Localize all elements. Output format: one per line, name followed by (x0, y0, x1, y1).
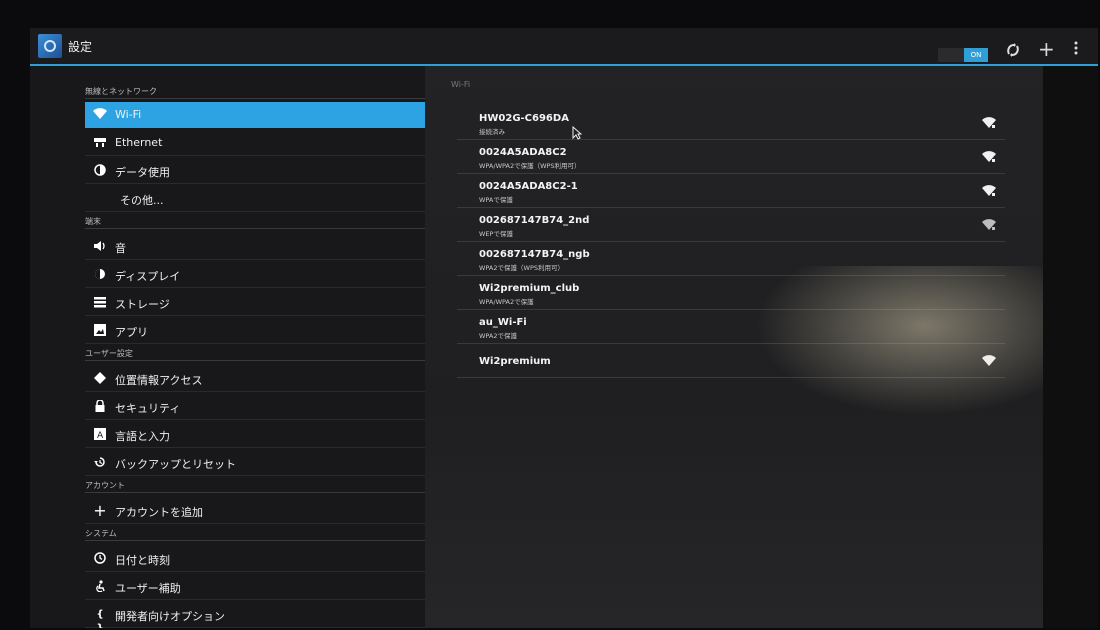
wifi-network-item[interactable]: 002687147B74_2nd WEPで保護 (457, 208, 1005, 242)
wifi-signal-icon (982, 219, 996, 230)
add-network-icon[interactable]: + (1038, 39, 1055, 59)
sidebar-item-label: バックアップとリセット (115, 458, 236, 471)
sidebar-item-add-account[interactable]: + アカウントを追加 (85, 498, 425, 524)
wifi-signal-icon (982, 355, 996, 366)
sidebar-item-label: セキュリティ (115, 402, 181, 415)
network-status: WPA2で保護 (479, 332, 518, 340)
sidebar-item-label: ユーザー補助 (115, 582, 181, 595)
sidebar-item-storage[interactable]: ストレージ (85, 290, 425, 316)
network-ssid: Wi2premium (479, 356, 551, 367)
wifi-toggle-state: ON (964, 48, 988, 62)
ethernet-icon (93, 136, 107, 150)
sidebar-item-accessibility[interactable]: ユーザー補助 (85, 574, 425, 600)
developer-icon: { } (96, 609, 104, 628)
overflow-menu-icon[interactable] (1074, 40, 1078, 60)
sidebar-item-label: ディスプレイ (115, 270, 181, 283)
lock-icon (93, 399, 107, 414)
wifi-network-item[interactable]: HW02G-C696DA 接続済み (457, 106, 1005, 140)
network-status: WEPで保護 (479, 230, 513, 238)
sidebar-item-label: 位置情報アクセス (115, 374, 203, 387)
section-header-system: システム (85, 528, 425, 541)
network-status: WPA/WPA2で保護 (479, 298, 534, 306)
network-status: 接続済み (479, 128, 505, 136)
action-bar: 設定 ON + (30, 28, 1098, 66)
wifi-network-item[interactable]: Wi2premium_club WPA/WPA2で保護 (457, 276, 1005, 310)
wifi-signal-icon (982, 185, 996, 196)
section-header-wireless: 無線とネットワーク (85, 86, 425, 99)
network-ssid: 002687147B74_ngb (479, 249, 590, 260)
wifi-network-item[interactable]: 0024A5ADA8C2-1 WPAで保護 (457, 174, 1005, 208)
sidebar-item-more[interactable]: その他... (85, 186, 425, 212)
settings-sidebar: 無線とネットワーク Wi-Fi Ethernet データ使用 その他... 端末 (30, 66, 425, 628)
clock-icon (93, 552, 107, 566)
sidebar-item-label: 日付と時刻 (115, 554, 170, 567)
add-icon: + (93, 501, 107, 520)
network-ssid: HW02G-C696DA (479, 113, 569, 124)
sidebar-item-display[interactable]: ディスプレイ (85, 262, 425, 288)
accessibility-icon (93, 580, 107, 594)
apps-icon (93, 324, 107, 338)
settings-screen: 設定 ON + 無線とネットワーク Wi-Fi Ethernet データ使用 そ… (30, 28, 1098, 628)
sidebar-item-label: その他... (120, 194, 164, 207)
sidebar-item-label: 音 (115, 242, 126, 255)
sidebar-item-label: 言語と入力 (115, 430, 170, 443)
sound-icon (93, 240, 107, 254)
sidebar-item-label: 開発者向けオプション (115, 610, 225, 623)
network-ssid: au_Wi-Fi (479, 317, 527, 328)
screen-edge (1043, 66, 1098, 628)
wps-icon[interactable] (1005, 42, 1021, 62)
sidebar-item-security[interactable]: セキュリティ (85, 394, 425, 420)
sidebar-item-location[interactable]: 位置情報アクセス (85, 366, 425, 392)
data-usage-icon (93, 164, 107, 178)
section-header-device: 端末 (85, 216, 425, 229)
storage-icon (93, 296, 107, 310)
wifi-signal-icon (982, 151, 996, 162)
sidebar-item-label: ストレージ (115, 298, 170, 311)
section-header-personal: ユーザー設定 (85, 348, 425, 361)
wifi-panel: Wi-Fi HW02G-C696DA 接続済み 0024A5ADA8C2 WPA… (425, 66, 1098, 628)
wifi-network-item[interactable]: Wi2premium (457, 344, 1005, 378)
sidebar-item-wifi[interactable]: Wi-Fi (85, 102, 425, 128)
display-icon (93, 268, 107, 282)
sidebar-item-label: データ使用 (115, 166, 170, 179)
sidebar-item-apps[interactable]: アプリ (85, 318, 425, 344)
wifi-network-item[interactable]: 0024A5ADA8C2 WPA/WPA2で保護（WPS利用可） (457, 140, 1005, 174)
network-status: WPAで保護 (479, 196, 513, 204)
network-ssid: Wi2premium_club (479, 283, 580, 294)
location-icon (93, 372, 107, 386)
section-header-accounts: アカウント (85, 480, 425, 493)
sidebar-item-backup[interactable]: バックアップとリセット (85, 450, 425, 476)
network-ssid: 0024A5ADA8C2 (479, 147, 567, 158)
wifi-network-item[interactable]: 002687147B74_ngb WPA2で保護（WPS利用可） (457, 242, 1005, 276)
sidebar-item-developer[interactable]: { } 開発者向けオプション (85, 602, 425, 628)
sidebar-item-date-time[interactable]: 日付と時刻 (85, 546, 425, 572)
wifi-icon (93, 108, 107, 122)
settings-app-icon[interactable] (38, 34, 62, 58)
sidebar-item-label: アカウントを追加 (115, 506, 203, 519)
sidebar-item-label: アプリ (115, 326, 148, 339)
svg-text:A: A (97, 431, 104, 440)
sidebar-item-sound[interactable]: 音 (85, 234, 425, 260)
sidebar-item-label: Ethernet (115, 136, 163, 149)
sidebar-item-label: Wi-Fi (115, 108, 142, 121)
sidebar-item-data-usage[interactable]: データ使用 (85, 158, 425, 184)
sidebar-item-language[interactable]: A 言語と入力 (85, 422, 425, 448)
mouse-cursor-icon (572, 126, 582, 140)
app-title: 設定 (68, 40, 93, 54)
panel-title: Wi-Fi (451, 80, 471, 89)
network-status: WPA/WPA2で保護（WPS利用可） (479, 162, 581, 170)
network-status: WPA2で保護（WPS利用可） (479, 264, 564, 272)
network-ssid: 002687147B74_2nd (479, 215, 590, 226)
backup-icon (93, 456, 107, 470)
sidebar-item-ethernet[interactable]: Ethernet (85, 130, 425, 156)
wifi-network-item[interactable]: au_Wi-Fi WPA2で保護 (457, 310, 1005, 344)
wifi-signal-icon (982, 117, 996, 128)
wifi-toggle[interactable]: ON (938, 48, 988, 62)
language-icon: A (93, 428, 107, 442)
network-ssid: 0024A5ADA8C2-1 (479, 181, 578, 192)
